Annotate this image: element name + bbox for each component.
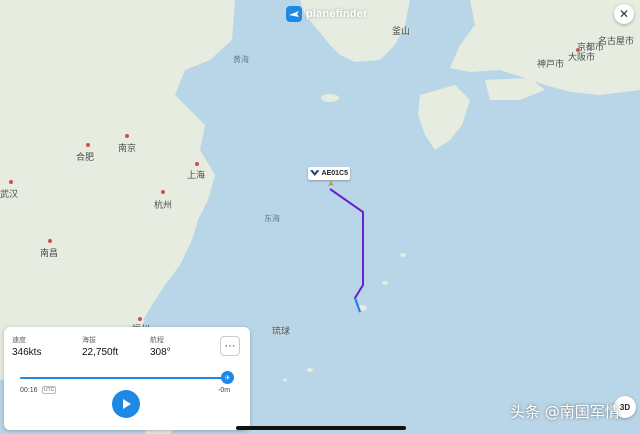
close-icon: ✕ (618, 7, 630, 21)
city-label-hefei: 合肥 (76, 153, 95, 163)
city-label-nanchang: 南昌 (40, 249, 59, 259)
city-dot (138, 317, 142, 321)
city-label-kobe: 神戸市 (537, 60, 565, 70)
more-icon: ··· (224, 340, 236, 352)
heading-value: 308° (150, 347, 171, 358)
city-dot (125, 134, 129, 138)
city-label-nanjing: 南京 (118, 144, 137, 154)
land-china (0, 0, 235, 330)
city-dot (161, 190, 165, 194)
city-label-busan: 釜山 (392, 27, 411, 37)
stat-speed: 速度 346kts (12, 335, 41, 358)
logo-text: planefinder (306, 8, 368, 20)
city-dot (48, 239, 52, 243)
city-label-ryukyu: 琉球 (272, 327, 291, 337)
speed-value: 346kts (12, 347, 42, 358)
city-label-kyoto: 京都市 (577, 43, 605, 53)
sea-label-yellow: 黄海 (233, 55, 249, 64)
land-island-3 (382, 281, 388, 285)
land-island-4 (307, 368, 313, 372)
plane-icon: ✈ (224, 374, 231, 382)
play-button[interactable] (112, 390, 140, 418)
time-end: -0m (218, 387, 231, 394)
city-dot (86, 143, 90, 147)
speed-label: 速度 (12, 337, 26, 344)
heading-label: 航程 (150, 337, 164, 344)
planefinder-logo: planefinder (286, 4, 368, 24)
city-dot (195, 162, 199, 166)
flight-track-end (354, 297, 361, 313)
land-island-5 (283, 378, 287, 382)
stat-heading: 航程 308° (150, 335, 171, 358)
land-jeju (321, 94, 339, 102)
stat-altitude: 海拔 22,750ft (82, 335, 118, 358)
home-indicator[interactable] (236, 426, 406, 430)
plane-icon (286, 6, 302, 22)
flight-info-panel: 速度 346kts 海拔 22,750ft 航程 308° ··· ✈ 00:1… (4, 327, 250, 430)
timeline-handle[interactable]: ✈ (221, 371, 234, 384)
land-japan (450, 0, 640, 95)
airline-icon (310, 169, 320, 176)
land-kyushu (418, 85, 470, 150)
city-dot (9, 180, 13, 184)
playback-timeline[interactable] (20, 377, 228, 379)
flight-track (329, 188, 364, 313)
city-label-hangzhou: 杭州 (154, 201, 173, 211)
land-island-2 (400, 253, 406, 257)
city-label-shanghai: 上海 (187, 171, 206, 181)
flight-callsign-tag[interactable]: AE01C5 (308, 167, 350, 180)
close-button[interactable]: ✕ (614, 4, 634, 24)
utc-badge: UTC (42, 386, 57, 394)
sea-label-east: 东海 (264, 214, 280, 223)
time-start: 00:16 (20, 387, 38, 394)
more-button[interactable]: ··· (220, 336, 240, 356)
altitude-value: 22,750ft (82, 347, 119, 358)
flight-callsign: AE01C5 (321, 170, 348, 177)
watermark: 头条 @南国军情 (510, 403, 620, 421)
3d-label: 3D (619, 402, 631, 412)
altitude-label: 海拔 (82, 337, 96, 344)
city-label-wuhan: 武汉 (0, 190, 19, 200)
aircraft-icon[interactable] (328, 181, 334, 186)
play-icon (123, 399, 131, 409)
